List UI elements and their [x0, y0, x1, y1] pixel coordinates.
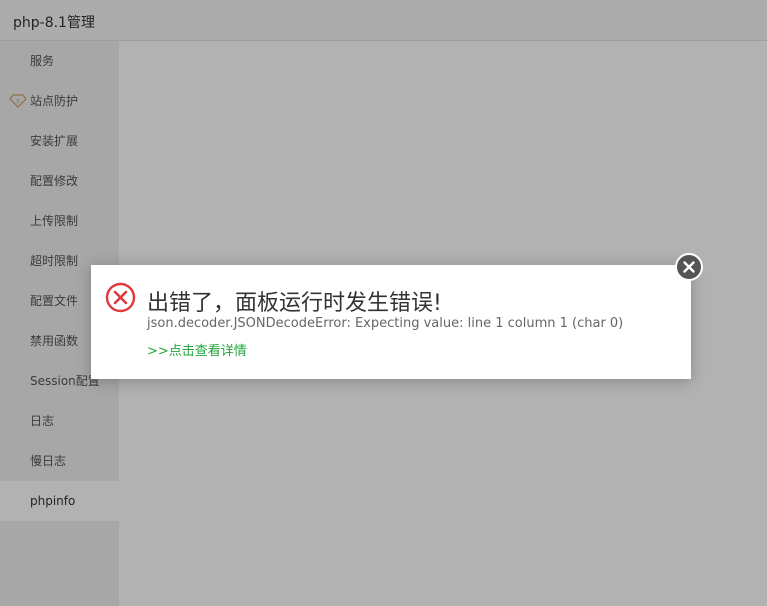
- close-icon[interactable]: [675, 253, 703, 281]
- view-details-link[interactable]: >>点击查看详情: [147, 340, 247, 359]
- error-message: json.decoder.JSONDecodeError: Expecting …: [147, 316, 624, 331]
- error-dialog: 出错了，面板运行时发生错误! json.decoder.JSONDecodeEr…: [91, 265, 691, 379]
- error-circle-icon: [105, 282, 136, 313]
- php-manager-window: php-8.1管理 服务 $ 站点防护 安装扩展 配置修改 上传限制 超时限制 …: [0, 0, 767, 606]
- error-title: 出错了，面板运行时发生错误!: [147, 291, 442, 316]
